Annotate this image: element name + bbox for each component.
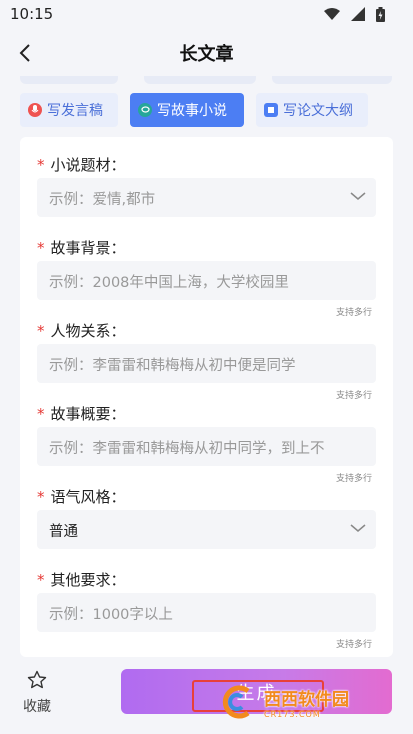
watermark-title: 西西软件园 bbox=[264, 690, 349, 710]
field-label-text: 故事背景： bbox=[50, 239, 126, 257]
required-mark: * bbox=[37, 488, 45, 506]
field-label: * 故事概要： bbox=[37, 403, 126, 424]
field-label-text: 其他要求： bbox=[50, 571, 126, 589]
field-label-text: 语气风格： bbox=[50, 488, 126, 506]
required-mark: * bbox=[37, 405, 45, 423]
tone-select[interactable]: 普通 bbox=[37, 510, 376, 549]
background-input-placeholder: 示例：2008年中国上海，大学校园里 bbox=[49, 275, 289, 291]
form-card: * 小说题材： 示例：爱情,都市 * 故事背景： 示例：2008年中国上海，大学校园… bbox=[20, 137, 393, 657]
relationships-input[interactable]: 示例：李雷雷和韩梅梅从初中便是同学 bbox=[37, 344, 376, 383]
header: 长文章 bbox=[0, 30, 413, 76]
background-input[interactable]: 示例：2008年中国上海，大学校园里 bbox=[37, 261, 376, 300]
required-mark: * bbox=[37, 571, 45, 589]
genre-select-value: 示例：爱情,都市 bbox=[49, 192, 156, 208]
scrolled-card-remnant bbox=[20, 76, 392, 86]
status-bar: 10:15 bbox=[0, 0, 413, 30]
category-tabs: 写发言稿 写故事小说 写论文大纲 bbox=[20, 93, 392, 127]
watermark-sub: CR173.COM bbox=[264, 710, 321, 719]
summary-input[interactable]: 示例：李雷雷和韩梅梅从初中同学，到上不 bbox=[37, 427, 376, 466]
field-label-text: 人物关系： bbox=[50, 322, 126, 340]
multiline-hint: 支持多行 bbox=[335, 391, 372, 401]
tab-outline[interactable]: 写论文大纲 bbox=[256, 93, 368, 127]
tab-speech-label: 写发言稿 bbox=[47, 103, 103, 119]
field-label: * 故事背景： bbox=[37, 237, 126, 258]
favorite-button[interactable]: 收藏 bbox=[14, 670, 60, 716]
multiline-hint: 支持多行 bbox=[335, 308, 372, 318]
field-label: * 其他要求： bbox=[37, 569, 126, 590]
relationships-input-placeholder: 示例：李雷雷和韩梅梅从初中便是同学 bbox=[49, 358, 296, 374]
watermark: 西西软件园 CR173.COM bbox=[218, 684, 398, 720]
multiline-hint: 支持多行 bbox=[335, 640, 372, 650]
favorite-label: 收藏 bbox=[23, 699, 51, 715]
tab-story-label: 写故事小说 bbox=[157, 103, 227, 119]
field-label: * 语气风格： bbox=[37, 486, 126, 507]
field-label: * 小说题材： bbox=[37, 154, 126, 175]
genre-select[interactable]: 示例：爱情,都市 bbox=[37, 178, 376, 217]
other-requirements-input[interactable]: 示例：1000字以上 bbox=[37, 593, 376, 632]
status-icons bbox=[318, 7, 385, 22]
chevron-down-icon bbox=[350, 192, 366, 200]
field-label-text: 小说题材： bbox=[50, 156, 126, 174]
tab-story[interactable]: 写故事小说 bbox=[130, 93, 244, 127]
chat-icon bbox=[138, 103, 152, 117]
battery-icon bbox=[376, 7, 385, 22]
multiline-hint: 支持多行 bbox=[335, 474, 372, 484]
field-label-text: 故事概要： bbox=[50, 405, 126, 423]
required-mark: * bbox=[37, 322, 45, 340]
signal-icon bbox=[350, 7, 365, 21]
star-icon bbox=[27, 670, 47, 689]
tab-outline-label: 写论文大纲 bbox=[283, 103, 353, 119]
watermark-text: 西西软件园 CR173.COM bbox=[264, 685, 349, 719]
required-mark: * bbox=[37, 156, 45, 174]
book-icon bbox=[264, 103, 278, 117]
page-title: 长文章 bbox=[179, 44, 234, 65]
microphone-icon bbox=[28, 103, 42, 117]
summary-input-placeholder: 示例：李雷雷和韩梅梅从初中同学，到上不 bbox=[49, 441, 325, 457]
wifi-icon bbox=[323, 8, 340, 20]
chevron-down-icon bbox=[350, 524, 366, 532]
field-label: * 人物关系： bbox=[37, 320, 126, 341]
tab-speech[interactable]: 写发言稿 bbox=[20, 93, 118, 127]
watermark-logo-icon bbox=[218, 685, 262, 719]
other-requirements-placeholder: 示例：1000字以上 bbox=[49, 607, 173, 623]
status-time: 10:15 bbox=[10, 5, 54, 23]
required-mark: * bbox=[37, 239, 45, 257]
tone-select-value: 普通 bbox=[49, 524, 78, 540]
